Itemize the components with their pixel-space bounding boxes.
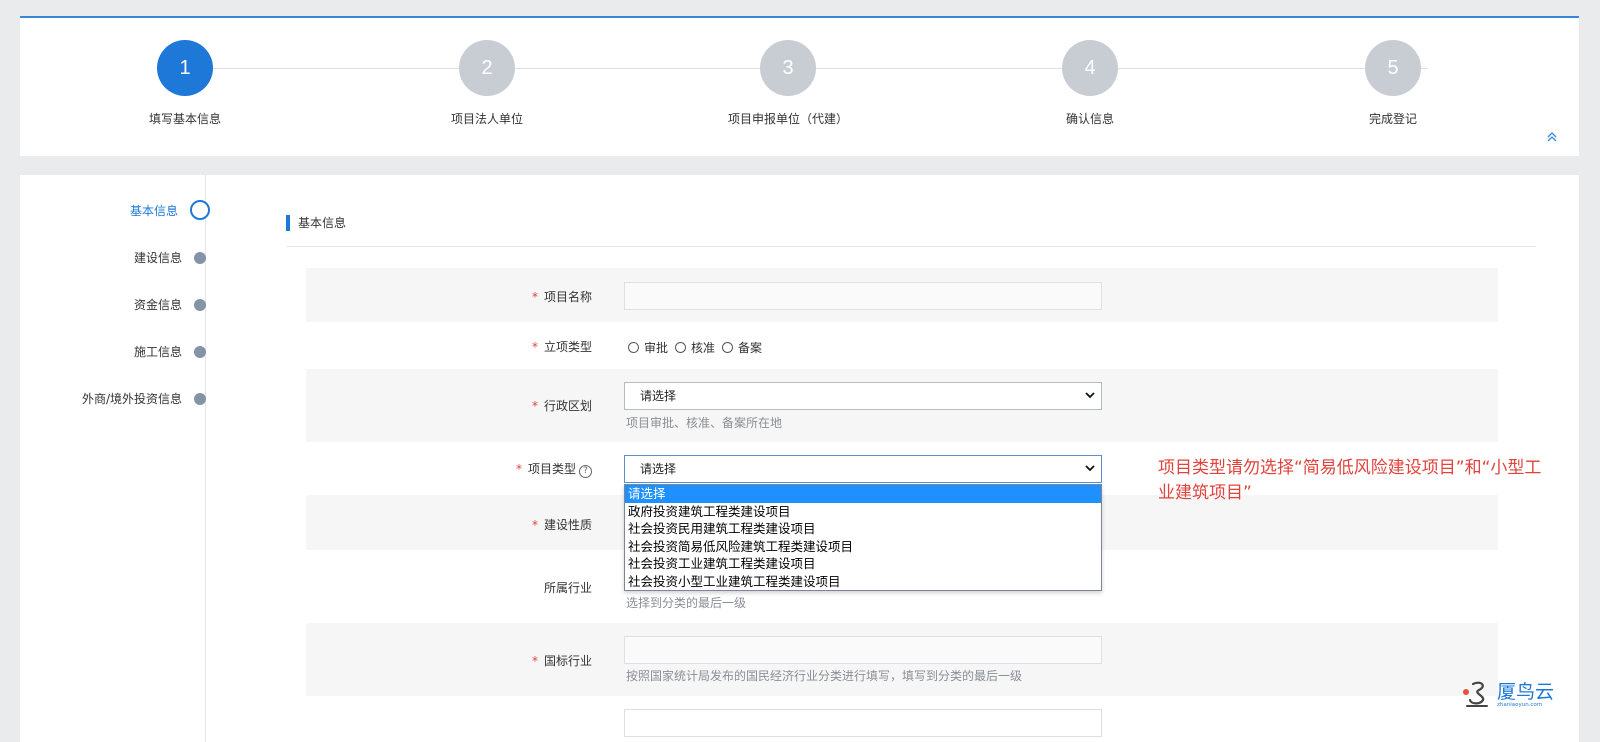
step-1-label: 填写基本信息	[148, 112, 221, 126]
step-3-number: 3	[760, 40, 816, 96]
nav-item-foreign-investment-info[interactable]: 外商/境外投资信息	[82, 390, 206, 407]
approval-type-label: * 立项类型	[531, 340, 592, 354]
section-divider	[286, 246, 1536, 247]
project-name-input[interactable]	[624, 282, 1102, 310]
help-icon[interactable]: ?	[579, 465, 592, 478]
section-accent-bar	[286, 214, 290, 231]
radio-filing-label[interactable]: 备案	[738, 339, 762, 356]
radio-approval-label[interactable]: 审批	[644, 339, 668, 356]
watermark-name: 厦鸟云	[1497, 680, 1555, 703]
step-3-label: 项目申报单位（代建）	[727, 112, 848, 126]
dropdown-option[interactable]: 社会投资小型工业建筑工程类建设项目	[625, 573, 1101, 591]
dropdown-option[interactable]: 社会投资民用建筑工程类建设项目	[625, 520, 1101, 538]
step-2[interactable]: 2 项目法人单位	[407, 40, 567, 127]
dropdown-option[interactable]: 政府投资建筑工程类建设项目	[625, 503, 1101, 521]
section-title: 基本信息	[298, 216, 347, 230]
double-chevron-up-icon[interactable]	[1547, 132, 1557, 144]
dropdown-option[interactable]: 请选择	[625, 485, 1101, 503]
admin-region-hint: 项目审批、核准、备案所在地	[626, 416, 783, 430]
watermark-domain: zhaniaoyun.com	[1497, 701, 1543, 708]
step-5[interactable]: 5 完成登记	[1313, 40, 1473, 127]
step-4-label: 确认信息	[1065, 112, 1114, 126]
admin-region-selected-value: 请选择	[640, 389, 677, 403]
step-4[interactable]: 4 确认信息	[1010, 40, 1170, 127]
project-type-dropdown-list: 请选择 政府投资建筑工程类建设项目 社会投资民用建筑工程类建设项目 社会投资简易…	[624, 484, 1102, 591]
admin-region-select[interactable]: 请选择	[624, 382, 1102, 410]
dropdown-option[interactable]: 社会投资简易低风险建筑工程类建设项目	[625, 538, 1101, 556]
section-nav: 基本信息 建设信息 资金信息 施工信息 外商/境外投资信息	[20, 175, 250, 742]
step-5-label: 完成登记	[1368, 112, 1417, 126]
project-type-selected-value: 请选择	[640, 462, 677, 476]
radio-approval[interactable]	[628, 342, 639, 353]
project-name-label: * 项目名称	[531, 290, 592, 304]
nav-item-label: 基本信息	[129, 203, 178, 218]
nav-item-build-info[interactable]: 施工信息	[134, 343, 206, 360]
nav-item-funding-info[interactable]: 资金信息	[134, 296, 206, 313]
bird-logo-icon	[1461, 678, 1495, 712]
form-row-next	[306, 696, 1498, 742]
radio-verification[interactable]	[675, 342, 687, 353]
industry-label: 所属行业	[543, 581, 592, 595]
admin-region-label: * 行政区划	[531, 399, 592, 413]
step-2-label: 项目法人单位	[450, 112, 523, 126]
project-type-label: * 项目类型?	[516, 460, 592, 478]
approval-type-radio-group: 审批 核准 备案	[628, 339, 769, 356]
nav-dot-icon	[194, 345, 206, 358]
step-2-number: 2	[459, 40, 515, 96]
nav-item-construction-info[interactable]: 建设信息	[134, 249, 206, 266]
step-1-number: 1	[157, 40, 213, 96]
step-3[interactable]: 3 项目申报单位（代建）	[708, 40, 868, 127]
form-row-approval-type: * 立项类型 审批 核准 备案	[306, 322, 1498, 369]
construction-nature-label: * 建设性质	[531, 518, 592, 532]
nav-item-label: 外商/境外投资信息	[81, 392, 182, 406]
form-row-project-name: * 项目名称	[306, 268, 1498, 322]
national-industry-hint: 按照国家统计局发布的国民经济行业分类进行填写，填写到分类的最后一级	[626, 669, 1023, 683]
project-type-select[interactable]: 请选择	[624, 455, 1102, 483]
national-industry-label: * 国标行业	[531, 654, 592, 668]
national-industry-input[interactable]	[624, 636, 1102, 664]
radio-verification-label[interactable]: 核准	[691, 339, 715, 356]
next-field-input[interactable]	[624, 709, 1102, 737]
step-1[interactable]: 1 填写基本信息	[105, 40, 265, 127]
section-header: 基本信息	[286, 214, 346, 231]
nav-item-label: 施工信息	[133, 345, 182, 359]
nav-active-circle-icon	[190, 200, 210, 220]
chevron-down-icon	[1085, 383, 1095, 420]
nav-dot-icon	[194, 392, 206, 405]
nav-item-label: 建设信息	[133, 251, 182, 265]
form-row-admin-region: * 行政区划 请选择 项目审批、核准、备案所在地	[306, 369, 1498, 442]
industry-hint: 选择到分类的最后一级	[626, 596, 747, 610]
watermark-logo: 厦鸟云 zhaniaoyun.com	[1461, 678, 1554, 712]
radio-filing[interactable]	[722, 342, 734, 353]
warning-annotation: 项目类型请勿选择“简易低风险建设项目”和“小型工业建筑项目”	[1158, 458, 1542, 503]
dropdown-option[interactable]: 社会投资工业建筑工程类建设项目	[625, 555, 1101, 573]
nav-item-basic-info[interactable]: 基本信息	[129, 200, 210, 220]
step-4-number: 4	[1062, 40, 1118, 96]
progress-stepper: 1 填写基本信息 2 项目法人单位 3 项目申报单位（代建） 4 确认信息 5 …	[20, 16, 1579, 156]
step-5-number: 5	[1365, 40, 1421, 96]
nav-item-label: 资金信息	[133, 298, 182, 312]
nav-dot-icon	[194, 251, 206, 264]
nav-dot-icon	[194, 298, 206, 311]
form-row-national-industry: * 国标行业 按照国家统计局发布的国民经济行业分类进行填写，填写到分类的最后一级	[306, 623, 1498, 696]
